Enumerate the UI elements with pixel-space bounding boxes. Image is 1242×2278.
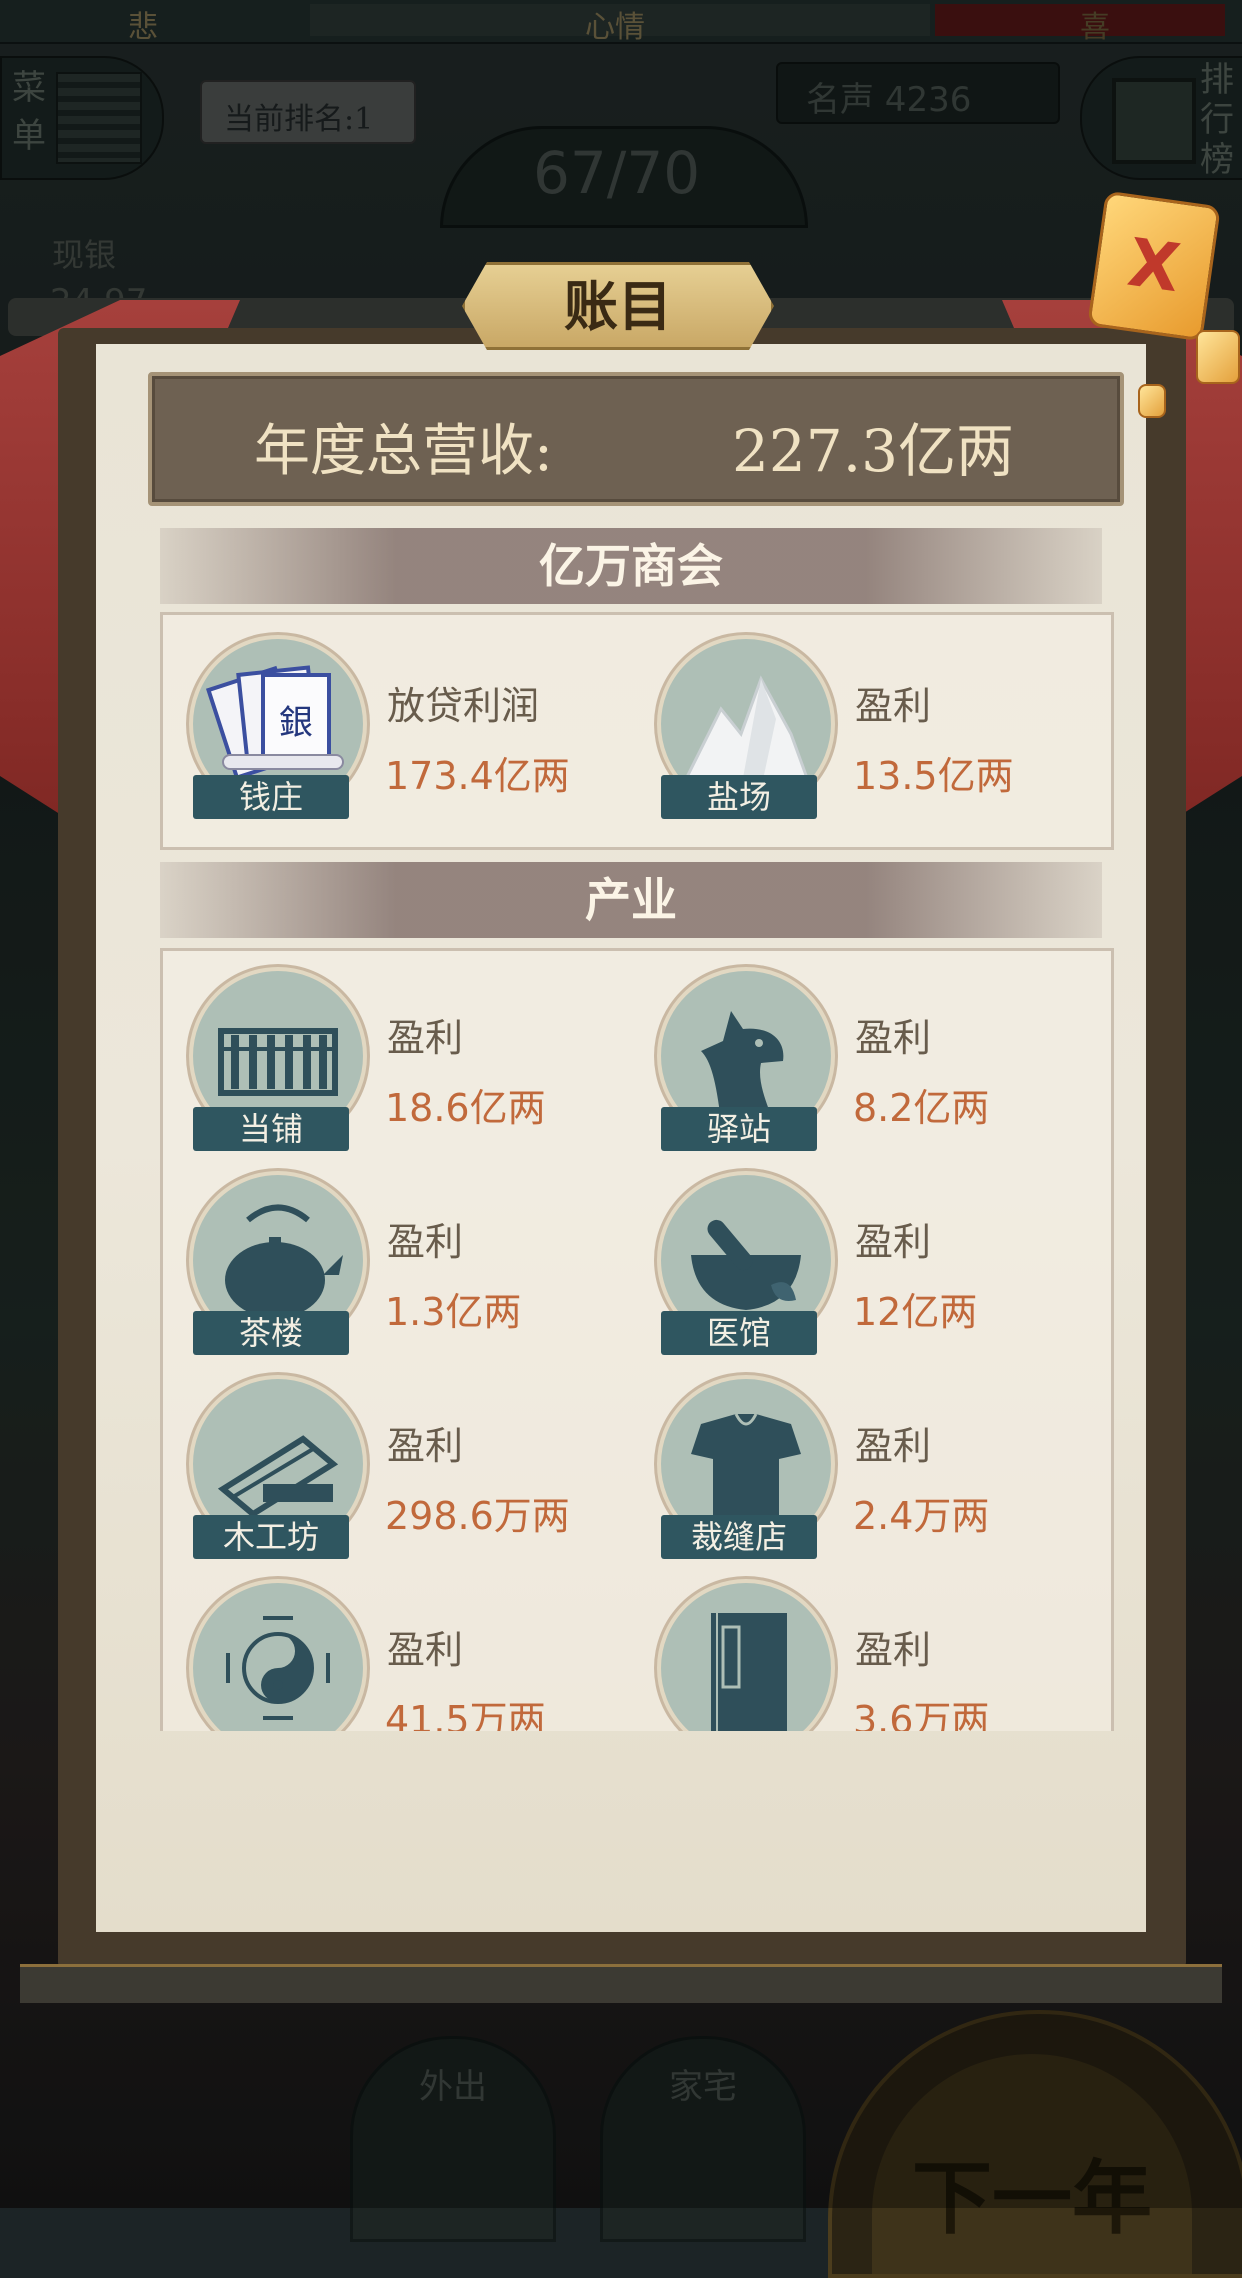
industry-section[interactable]: 当铺 盈利 18.6亿两 驿站 盈利 8.2亿两 茶楼 盈利 1.3亿两 医馆 … xyxy=(160,948,1114,1731)
industry-section-title: 产业 xyxy=(585,873,677,927)
annual-revenue-value: 227.3亿两 xyxy=(732,417,1015,485)
business-name-tag: 木工坊 xyxy=(193,1515,349,1559)
business-profit-label: 盈利 xyxy=(855,1628,932,1672)
business-profit-label: 盈利 xyxy=(855,1016,932,1060)
close-button[interactable]: X xyxy=(1087,190,1221,342)
business-profit-label: 放贷利润 xyxy=(387,684,540,728)
business-name-tag: 当铺 xyxy=(193,1107,349,1151)
ledger-title: 账目 xyxy=(564,274,672,338)
business-name-tag: 医馆 xyxy=(661,1311,817,1355)
business-card-qianzhuang[interactable]: 銀 钱庄 放贷利润 173.4亿两 xyxy=(177,635,617,825)
business-profit-value: 298.6万两 xyxy=(385,1494,570,1538)
business-name-tag: 盐场 xyxy=(661,775,817,819)
business-name-tag: 钱庄 xyxy=(193,775,349,819)
business-name-tag: 驿站 xyxy=(661,1107,817,1151)
business-icon-frame xyxy=(189,1579,367,1731)
business-profit-value: 12亿两 xyxy=(853,1290,978,1334)
business-card-yizhan[interactable]: 驿站 盈利 8.2亿两 xyxy=(645,967,1085,1157)
business-profit-label: 盈利 xyxy=(387,1424,464,1468)
business-card-caifengdian[interactable]: 裁缝店 盈利 2.4万两 xyxy=(645,1375,1085,1565)
business-card-dangpu[interactable]: 当铺 盈利 18.6亿两 xyxy=(177,967,617,1157)
scroll-rod-bottom xyxy=(20,1964,1222,2003)
business-icon-frame xyxy=(657,1579,835,1731)
close-icon: X xyxy=(1123,223,1185,308)
business-profit-label: 盈利 xyxy=(855,684,932,728)
business-name-tag: 裁缝店 xyxy=(661,1515,817,1559)
business-profit-label: 盈利 xyxy=(387,1220,464,1264)
business-profit-label: 盈利 xyxy=(855,1424,932,1468)
business-profit-label: 盈利 xyxy=(387,1628,464,1672)
industry-section-header: 产业 xyxy=(160,862,1102,938)
chamber-section: 銀 钱庄 放贷利润 173.4亿两 盐场 盈利 13.5亿两 xyxy=(160,612,1114,850)
chamber-section-title: 亿万商会 xyxy=(539,539,723,593)
yin-yang-icon xyxy=(226,1616,330,1720)
lantern-decoration-icon xyxy=(1196,330,1240,384)
ledger-title-plaque: 账目 xyxy=(462,262,774,350)
business-profit-value: 3.6万两 xyxy=(853,1698,990,1731)
business-profit-value: 173.4亿两 xyxy=(385,754,570,798)
business-profit-value: 18.6亿两 xyxy=(385,1086,546,1130)
business-card-mugongfang[interactable]: 木工坊 盈利 298.6万两 xyxy=(177,1375,617,1565)
business-name-tag: 茶楼 xyxy=(193,1311,349,1355)
business-profit-label: 盈利 xyxy=(855,1220,932,1264)
annual-revenue-label: 年度总营收: xyxy=(254,419,553,484)
business-card-bookstore[interactable]: 盈利 3.6万两 xyxy=(645,1579,1085,1731)
chamber-section-header: 亿万商会 xyxy=(160,528,1102,604)
book-icon xyxy=(711,1613,787,1731)
business-card-chalou[interactable]: 茶楼 盈利 1.3亿两 xyxy=(177,1171,617,1361)
svg-text:銀: 銀 xyxy=(279,703,313,743)
annual-revenue-bar: 年度总营收: 227.3亿两 xyxy=(148,372,1124,506)
business-profit-value: 1.3亿两 xyxy=(385,1290,522,1334)
business-card-yiguan[interactable]: 医馆 盈利 12亿两 xyxy=(645,1171,1085,1361)
business-profit-value: 8.2亿两 xyxy=(853,1086,990,1130)
lantern-decoration-icon xyxy=(1138,384,1166,418)
business-profit-label: 盈利 xyxy=(387,1016,464,1060)
business-profit-value: 41.5万两 xyxy=(385,1698,546,1731)
business-card-divination[interactable]: 盈利 41.5万两 xyxy=(177,1579,617,1731)
business-profit-value: 2.4万两 xyxy=(853,1494,990,1538)
business-profit-value: 13.5亿两 xyxy=(853,754,1014,798)
business-card-yanchang[interactable]: 盐场 盈利 13.5亿两 xyxy=(645,635,1085,825)
